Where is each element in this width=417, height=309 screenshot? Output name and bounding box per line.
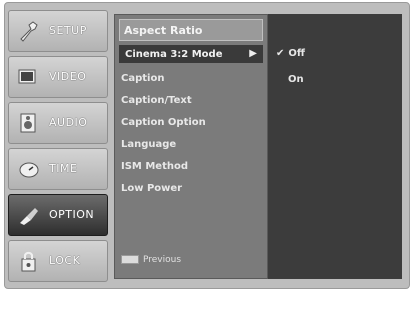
- option-menu: Aspect Ratio Cinema 3:2 Mode ▶ Caption C…: [114, 14, 268, 279]
- sidebar-item-video[interactable]: VIDEO: [8, 56, 108, 98]
- sidebar-item-option[interactable]: OPTION: [8, 194, 108, 236]
- option-on[interactable]: On: [288, 74, 304, 85]
- previous-hint: Previous: [121, 255, 181, 265]
- option-label: On: [288, 74, 304, 85]
- lock-icon: [21, 251, 36, 272]
- menu-item-aspect-ratio[interactable]: Aspect Ratio: [119, 19, 263, 41]
- clock-icon: [19, 162, 39, 178]
- sidebar-item-lock[interactable]: LOCK: [8, 240, 108, 282]
- sidebar-item-audio[interactable]: AUDIO: [8, 102, 108, 144]
- sidebar-item-label: TIME: [49, 162, 78, 175]
- menu-item-caption-option[interactable]: Caption Option: [121, 117, 206, 128]
- sidebar-item-setup[interactable]: SETUP: [8, 10, 108, 52]
- sidebar-item-label: OPTION: [49, 208, 95, 221]
- menu-item-label: Cinema 3:2 Mode: [125, 49, 223, 60]
- monitor-icon: [18, 69, 36, 84]
- sidebar-item-label: SETUP: [49, 24, 87, 37]
- category-sidebar: SETUP VIDEO AUDIO TIME OPTION LOCK: [8, 10, 108, 282]
- menu-item-language[interactable]: Language: [121, 139, 176, 150]
- chevron-right-icon: ▶: [249, 48, 257, 59]
- menu-item-caption[interactable]: Caption: [121, 73, 164, 84]
- sidebar-item-time[interactable]: TIME: [8, 148, 108, 190]
- cinema-mode-submenu: ✔ Off On: [268, 14, 402, 279]
- menu-item-caption-text[interactable]: Caption/Text: [121, 95, 192, 106]
- wrench-icon: [20, 21, 38, 42]
- option-off[interactable]: ✔ Off: [276, 48, 305, 59]
- sidebar-item-label: LOCK: [49, 254, 81, 267]
- menu-item-ism-method[interactable]: ISM Method: [121, 161, 188, 172]
- menu-item-low-power[interactable]: Low Power: [121, 183, 182, 194]
- check-icon: ✔: [276, 48, 285, 59]
- option-icon: [20, 208, 38, 225]
- sidebar-item-label: AUDIO: [49, 116, 88, 129]
- sidebar-item-label: VIDEO: [49, 70, 87, 83]
- menu-item-cinema-3-2-mode[interactable]: Cinema 3:2 Mode ▶: [119, 45, 263, 63]
- speaker-icon: [20, 113, 36, 133]
- menu-key-icon: [121, 255, 139, 264]
- option-label: Off: [288, 48, 305, 59]
- previous-label: Previous: [143, 255, 182, 265]
